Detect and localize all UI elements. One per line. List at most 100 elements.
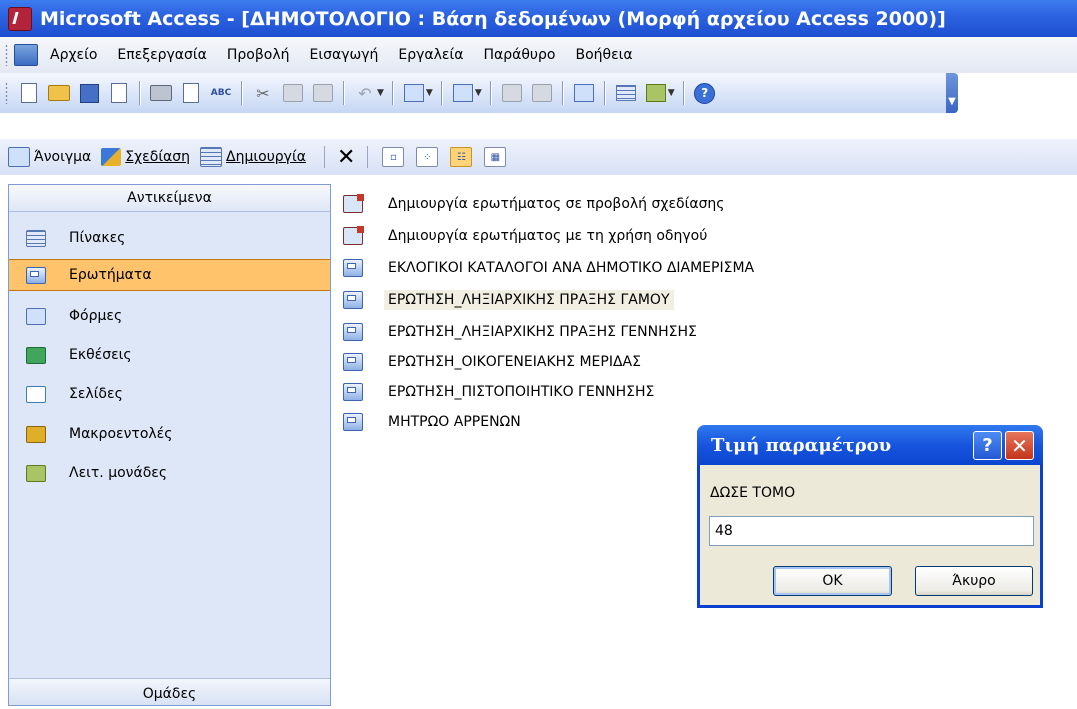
menu-insert[interactable]: Εισαγωγή bbox=[310, 47, 379, 63]
objects-header[interactable]: Αντικείμενα bbox=[9, 185, 330, 212]
database-toolbar: Άνοιγμα Σχεδίαση Δημιουργία ✕ ▫ ⁘ ☷ ▦ bbox=[0, 139, 1077, 175]
objects-panel: Αντικείμενα Πίνακες Ερωτήματα Φόρμες Εκθ… bbox=[8, 184, 331, 706]
query-wizard-icon bbox=[343, 226, 364, 245]
ok-button[interactable]: OK bbox=[773, 566, 892, 596]
design-button[interactable]: Σχεδίαση bbox=[101, 148, 190, 166]
analyze-button[interactable] bbox=[451, 81, 475, 105]
office-links-dropdown-icon[interactable]: ▼ bbox=[426, 88, 433, 98]
menu-edit[interactable]: Επεξεργασία bbox=[117, 47, 206, 63]
list-item-label: ΕΚΛΟΓΙΚΟΙ ΚΑΤΑΛΟΓΟΙ ΑΝΑ ΔΗΜΟΤΙΚΟ ΔΙΑΜΕΡΙ… bbox=[388, 260, 755, 276]
list-item[interactable]: ΕΡΩΤΗΣΗ_ΟΙΚΟΓΕΝΕΙΑΚΗΣ ΜΕΡΙΔΑΣ bbox=[343, 350, 641, 374]
object-forms[interactable]: Φόρμες bbox=[9, 300, 330, 332]
query-icon bbox=[343, 383, 363, 401]
properties-button[interactable] bbox=[572, 81, 596, 105]
script-editor-button[interactable] bbox=[500, 81, 524, 105]
object-modules[interactable]: Λειτ. μονάδες bbox=[9, 457, 330, 489]
list-item[interactable]: ΕΡΩΤΗΣΗ_ΛΗΞΙΑΡΧΙΚΗΣ ΠΡΑΞΗΣ ΓΑΜΟΥ bbox=[343, 288, 674, 312]
title-bar: Microsoft Access - [ΔΗΜΟΤΟΛΟΓΙΟ : Βάση δ… bbox=[0, 0, 1077, 37]
object-tables[interactable]: Πίνακες bbox=[9, 222, 330, 254]
design-view-wizard-icon bbox=[343, 194, 364, 213]
spelling-button[interactable]: ABC bbox=[209, 81, 233, 105]
menu-grip-icon[interactable] bbox=[5, 44, 8, 66]
object-pages[interactable]: Σελίδες bbox=[9, 378, 330, 410]
query-icon bbox=[343, 323, 363, 341]
undo-dropdown-icon[interactable]: ▼ bbox=[377, 88, 384, 98]
menu-file[interactable]: Αρχείο bbox=[50, 47, 97, 63]
toolbar-separator bbox=[241, 81, 243, 105]
form-icon bbox=[26, 307, 46, 325]
new-object-icon bbox=[645, 84, 666, 102]
analyze-dropdown-icon[interactable]: ▼ bbox=[475, 88, 482, 98]
design-icon bbox=[101, 148, 122, 166]
code-icon bbox=[531, 84, 552, 102]
large-icons-view-icon[interactable]: ▫ bbox=[382, 147, 405, 167]
list-item-label: ΜΗΤΡΩΟ ΑΡΡΕΝΩΝ bbox=[388, 414, 521, 430]
parameter-dialog: Τιμή παραμέτρου ? ✕ ΔΩΣΕ ΤΟΜΟ OK Άκυρο bbox=[697, 425, 1043, 608]
menu-tools[interactable]: Εργαλεία bbox=[398, 47, 463, 63]
properties-icon bbox=[573, 84, 594, 102]
undo-button[interactable]: ↶ bbox=[353, 81, 377, 105]
toolbar-grip-icon[interactable] bbox=[5, 82, 8, 104]
parameter-input[interactable] bbox=[709, 516, 1034, 546]
open-object-button[interactable]: Άνοιγμα bbox=[8, 147, 91, 167]
list-item[interactable]: ΕΡΩΤΗΣΗ_ΠΙΣΤΟΠΟΙΗΤΙΚΟ ΓΕΝΝΗΣΗΣ bbox=[343, 380, 654, 404]
small-icons-view-icon[interactable]: ⁘ bbox=[416, 147, 439, 167]
dialog-close-button[interactable]: ✕ bbox=[1005, 431, 1034, 460]
groups-header[interactable]: Ομάδες bbox=[9, 678, 330, 705]
new-object-db-button[interactable]: Δημιουργία bbox=[200, 147, 306, 167]
object-label: Λειτ. μονάδες bbox=[69, 465, 168, 481]
list-item[interactable]: ΕΡΩΤΗΣΗ_ΛΗΞΙΑΡΧΙΚΗΣ ΠΡΑΞΗΣ ΓΕΝΝΗΣΗΣ bbox=[343, 320, 697, 344]
cut-button[interactable]: ✂ bbox=[251, 81, 275, 105]
copy-button[interactable] bbox=[281, 81, 305, 105]
file-search-button[interactable] bbox=[107, 81, 131, 105]
print-preview-button[interactable] bbox=[179, 81, 203, 105]
cancel-button[interactable]: Άκυρο bbox=[915, 566, 1033, 596]
delete-icon[interactable]: ✕ bbox=[337, 145, 355, 170]
list-item[interactable]: Δημιουργία ερωτήματος σε προβολή σχεδίασ… bbox=[343, 192, 725, 216]
code-button[interactable] bbox=[530, 81, 554, 105]
paste-button[interactable] bbox=[311, 81, 335, 105]
list-item[interactable]: ΜΗΤΡΩΟ ΑΡΡΕΝΩΝ bbox=[343, 410, 521, 434]
help-button[interactable]: ? bbox=[693, 81, 717, 105]
save-button[interactable] bbox=[77, 81, 101, 105]
save-icon bbox=[79, 83, 99, 103]
access-app-icon[interactable] bbox=[8, 6, 32, 31]
document-window-icon[interactable] bbox=[14, 44, 38, 66]
list-item[interactable]: ΕΚΛΟΓΙΚΟΙ ΚΑΤΑΛΟΓΟΙ ΑΝΑ ΔΗΜΟΤΙΚΟ ΔΙΑΜΕΡΙ… bbox=[343, 256, 754, 280]
object-label: Μακροεντολές bbox=[69, 426, 173, 442]
object-macros[interactable]: Μακροεντολές bbox=[9, 418, 330, 450]
help-icon: ? bbox=[694, 82, 716, 104]
file-search-icon bbox=[111, 83, 127, 103]
new-button[interactable] bbox=[17, 81, 41, 105]
new-object-dropdown-icon[interactable]: ▼ bbox=[668, 88, 675, 98]
toolbar-options-icon[interactable]: ▼ bbox=[946, 73, 958, 113]
menu-help[interactable]: Βοήθεια bbox=[575, 47, 632, 63]
dialog-title: Τιμή παραμέτρου bbox=[711, 434, 892, 456]
office-links-button[interactable] bbox=[402, 81, 426, 105]
list-item-label: ΕΡΩΤΗΣΗ_ΛΗΞΙΑΡΧΙΚΗΣ ΠΡΑΞΗΣ ΓΕΝΝΗΣΗΣ bbox=[388, 324, 697, 340]
office-links-icon bbox=[403, 84, 424, 102]
list-item[interactable]: Δημιουργία ερωτήματος με τη χρήση οδηγού bbox=[343, 224, 707, 248]
menu-window[interactable]: Παράθυρο bbox=[483, 47, 555, 63]
details-view-icon[interactable]: ▦ bbox=[484, 147, 507, 167]
object-queries[interactable]: Ερωτήματα bbox=[9, 259, 330, 291]
relationships-button[interactable] bbox=[614, 81, 638, 105]
list-view-icon[interactable]: ☷ bbox=[450, 147, 473, 167]
menu-bar: Αρχείο Επεξεργασία Προβολή Εισαγωγή Εργα… bbox=[0, 37, 1077, 73]
parameter-prompt: ΔΩΣΕ ΤΟΜΟ bbox=[710, 485, 796, 501]
analyze-icon bbox=[452, 84, 473, 102]
module-icon bbox=[26, 464, 46, 482]
dialog-help-button[interactable]: ? bbox=[973, 431, 1002, 460]
copy-icon bbox=[283, 84, 303, 102]
toolbar-separator bbox=[343, 81, 345, 105]
scissors-icon: ✂ bbox=[256, 83, 270, 103]
open-object-icon bbox=[8, 147, 30, 167]
standard-toolbar: ABC ✂ ↶ ▼ ▼ ▼ ▼ ? ▼ bbox=[0, 73, 958, 113]
new-object-button[interactable] bbox=[644, 81, 668, 105]
open-button[interactable] bbox=[47, 81, 71, 105]
object-reports[interactable]: Εκθέσεις bbox=[9, 339, 330, 371]
menu-view[interactable]: Προβολή bbox=[227, 47, 290, 63]
toolbar-separator bbox=[682, 81, 685, 105]
print-button[interactable] bbox=[149, 81, 173, 105]
print-icon bbox=[150, 85, 172, 101]
